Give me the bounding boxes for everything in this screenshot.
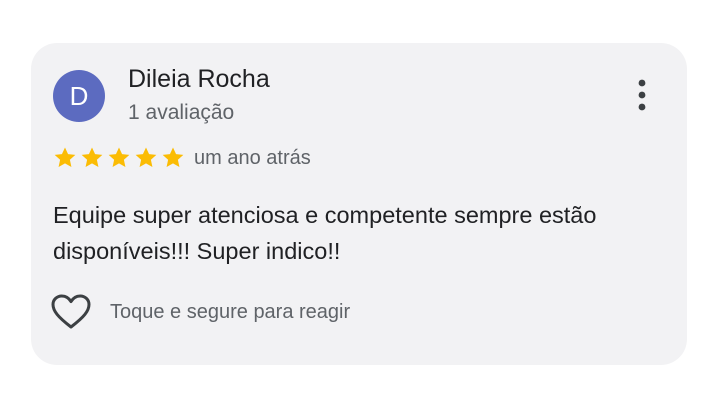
star-icon	[162, 147, 184, 167]
star-icon	[135, 147, 157, 167]
reviewer-name[interactable]: Dileia Rocha	[128, 65, 270, 94]
star-icon	[108, 147, 130, 167]
reviewer-review-count: 1 avaliação	[128, 101, 235, 124]
review-text: Equipe super atenciosa e competente semp…	[53, 202, 597, 264]
avatar[interactable]: D	[53, 70, 105, 122]
react-button[interactable]: Toque e segure para reagir	[51, 294, 350, 330]
review-card: D Dileia Rocha 1 avaliação um ano atrás …	[31, 43, 687, 365]
star-icon	[54, 147, 76, 167]
react-label: Toque e segure para reagir	[110, 300, 351, 323]
more-vert-icon	[638, 79, 646, 111]
heart-outline-icon	[51, 294, 91, 329]
review-time: um ano atrás	[194, 147, 311, 169]
star-icon	[81, 147, 103, 167]
star-rating	[53, 146, 185, 169]
more-options-button[interactable]	[627, 75, 657, 115]
